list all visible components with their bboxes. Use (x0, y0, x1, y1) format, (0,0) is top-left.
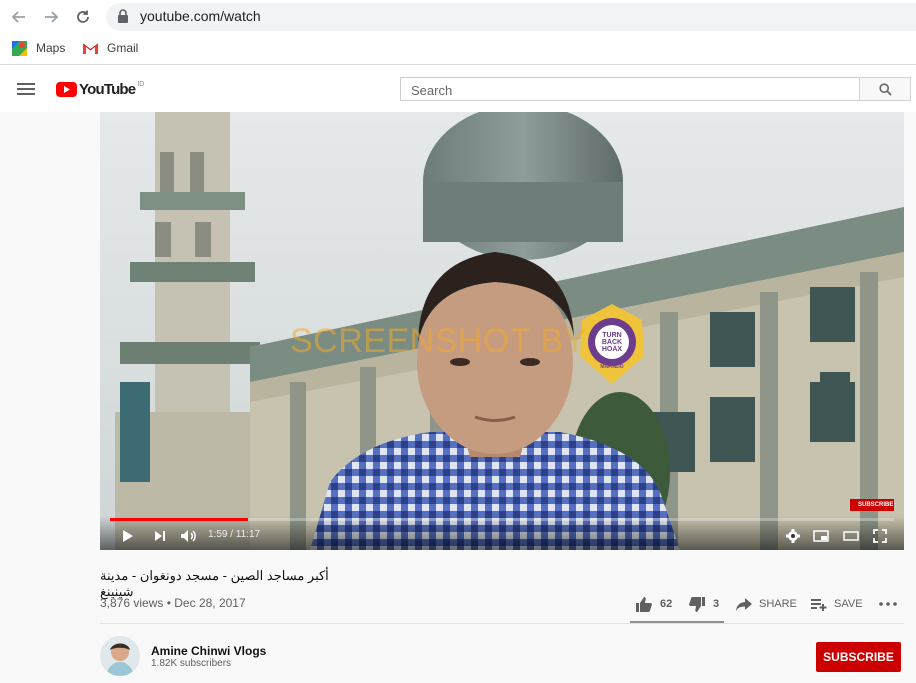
search-button[interactable] (859, 77, 911, 101)
youtube-play-icon (56, 82, 77, 97)
reload-button[interactable] (72, 6, 94, 28)
view-count: 3,876 views (100, 596, 164, 610)
dislike-button[interactable]: 3 (689, 596, 719, 612)
play-button[interactable] (120, 527, 136, 545)
divider (100, 623, 904, 624)
region-label: ID (137, 81, 145, 88)
more-horizontal-icon (879, 602, 897, 606)
playlist-add-icon (811, 598, 827, 611)
subscriber-count: 1.82K subscribers (151, 658, 232, 669)
next-icon (155, 531, 165, 541)
badge-bottom-label: MAFINDO (600, 364, 624, 370)
subscribe-button[interactable]: SUBSCRIBE (816, 642, 901, 672)
arrow-left-icon (11, 11, 25, 23)
bookmark-gmail[interactable]: Gmail (82, 39, 138, 57)
watermark-text: SCREENSHOT BY (290, 322, 587, 360)
share-label: SHARE (759, 598, 797, 610)
theater-icon (843, 531, 859, 541)
volume-button[interactable] (179, 527, 199, 545)
fullscreen-button[interactable] (871, 527, 889, 545)
maps-icon (12, 40, 27, 56)
subscribe-overlay-label[interactable]: SUBSCRIBE (858, 502, 893, 508)
back-button[interactable] (8, 6, 30, 28)
fullscreen-icon (873, 529, 887, 543)
time-display: 1:59 / 11:17 (208, 529, 261, 540)
logo-text: YouTube (79, 81, 136, 98)
progress-fill (110, 518, 248, 521)
channel-name[interactable]: Amine Chinwi Vlogs (151, 644, 266, 658)
search-input[interactable] (409, 79, 853, 101)
save-label: SAVE (834, 598, 863, 610)
miniplayer-icon (813, 530, 829, 542)
search-icon (878, 82, 892, 96)
badge-line-bot: HOAX (601, 346, 623, 353)
like-button[interactable]: 62 (636, 596, 672, 612)
bookmark-maps[interactable]: Maps (11, 39, 65, 57)
lock-icon (117, 9, 129, 28)
reload-icon (77, 10, 89, 23)
search-box (400, 77, 860, 101)
channel-avatar[interactable] (100, 636, 140, 676)
gmail-icon (82, 43, 99, 54)
dislike-count: 3 (713, 598, 720, 610)
thumbs-down-icon (689, 596, 705, 612)
youtube-logo[interactable]: YouTube ID (56, 81, 144, 98)
save-button[interactable]: SAVE (811, 596, 863, 612)
forward-button[interactable] (40, 6, 62, 28)
badge-line-top: TURN (602, 332, 622, 339)
bookmark-label: Maps (36, 41, 66, 55)
gear-icon (786, 529, 800, 543)
url-text[interactable]: youtube.com/watch (140, 8, 261, 24)
miniplayer-button[interactable] (812, 527, 830, 545)
theater-button[interactable] (842, 527, 860, 545)
play-icon (123, 530, 133, 542)
arrow-right-icon (45, 11, 59, 23)
hamburger-icon (17, 83, 35, 95)
more-actions-button[interactable] (879, 596, 897, 612)
badge-text: TURN BACK HOAX (596, 332, 628, 353)
video-meta: 3,876 views • Dec 28, 2017 (100, 596, 246, 610)
settings-button[interactable] (784, 527, 802, 545)
next-button[interactable] (152, 527, 168, 545)
bookmark-label: Gmail (107, 41, 139, 55)
share-icon (736, 597, 752, 611)
volume-icon (181, 530, 196, 542)
progress-track[interactable] (110, 518, 894, 521)
like-count: 62 (660, 598, 673, 610)
menu-button[interactable] (17, 82, 35, 101)
sentiment-bar (630, 621, 724, 623)
thumbs-up-icon (636, 596, 652, 612)
share-button[interactable]: SHARE (736, 596, 797, 612)
publish-date: Dec 28, 2017 (174, 596, 246, 610)
badge-line-mid: BACK (601, 339, 623, 346)
